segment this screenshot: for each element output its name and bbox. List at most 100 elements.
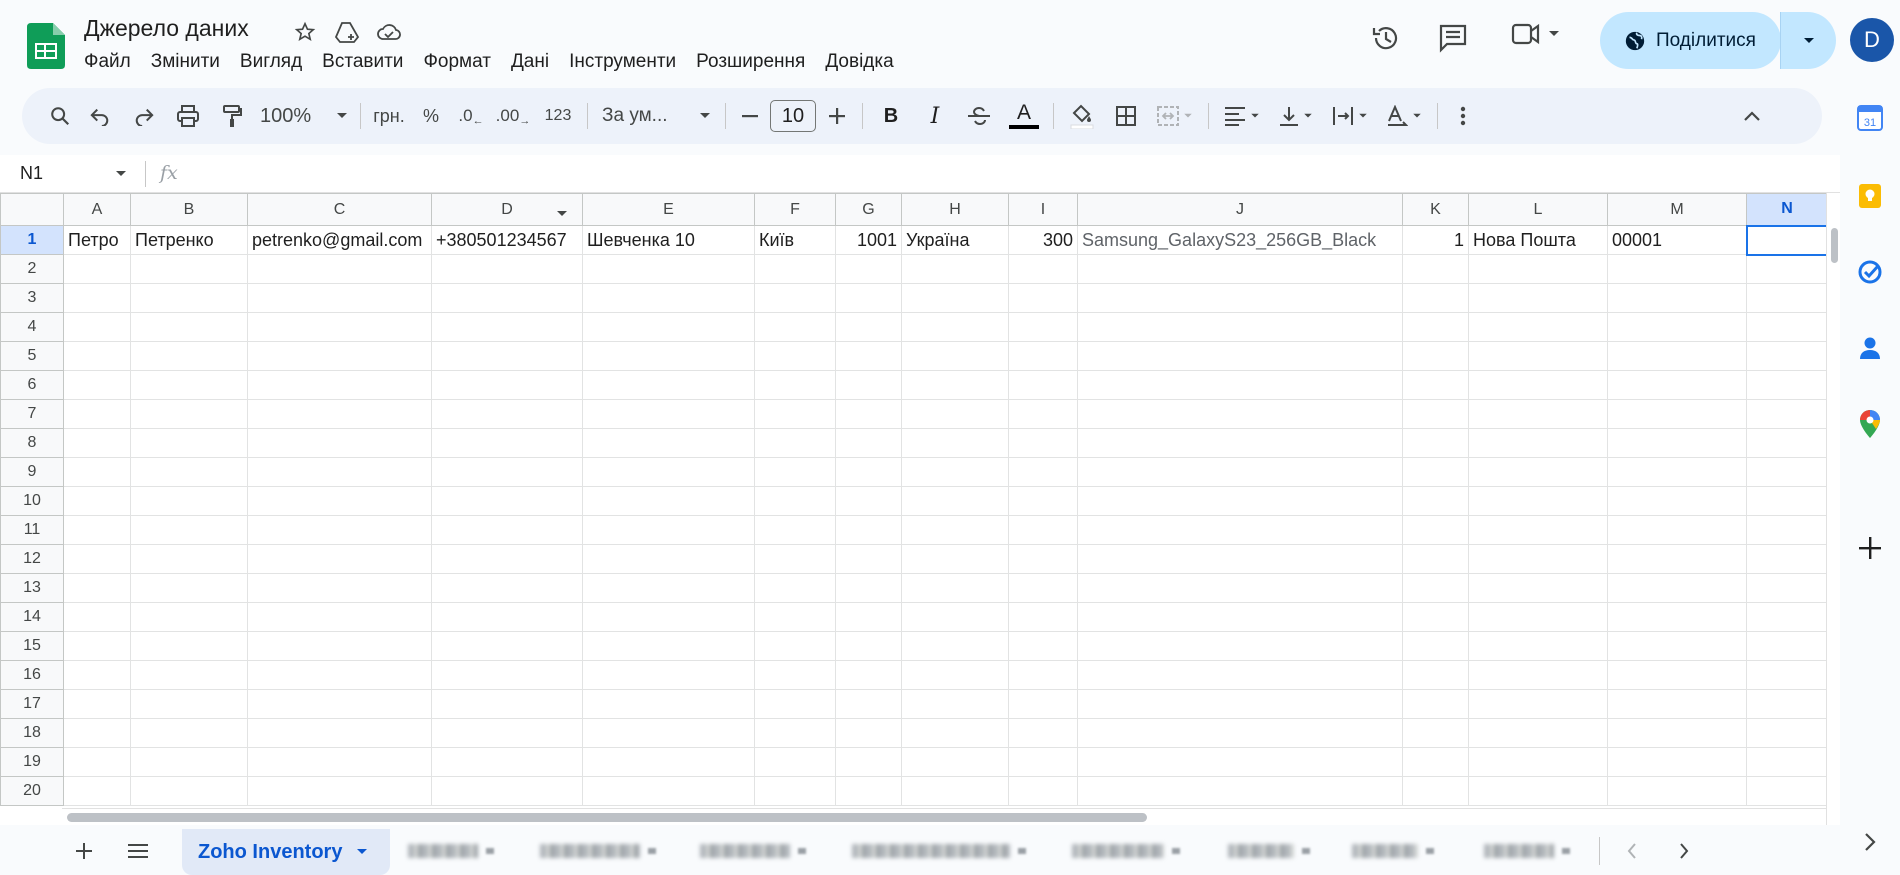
cell[interactable]	[1746, 254, 1828, 284]
cell[interactable]	[1008, 573, 1078, 603]
cell[interactable]	[1402, 486, 1469, 516]
cell[interactable]	[1746, 747, 1828, 777]
font-family-select[interactable]: За ум...	[594, 96, 719, 136]
fill-color-icon[interactable]	[1060, 96, 1104, 136]
cell[interactable]	[582, 602, 755, 632]
cell[interactable]	[901, 370, 1009, 400]
cell[interactable]	[1607, 689, 1747, 719]
sheet-tab-redacted[interactable]	[540, 839, 656, 863]
cell[interactable]	[754, 399, 836, 429]
cell[interactable]	[247, 457, 432, 487]
row-header[interactable]: 12	[0, 544, 64, 574]
cell[interactable]	[247, 312, 432, 342]
cell[interactable]	[1607, 660, 1747, 690]
cell[interactable]	[1008, 312, 1078, 342]
cell[interactable]: Київ	[754, 225, 836, 255]
cell[interactable]	[63, 573, 131, 603]
contacts-icon[interactable]	[1854, 332, 1886, 364]
cell[interactable]	[63, 544, 131, 574]
move-to-drive-icon[interactable]	[332, 17, 362, 47]
cell[interactable]: Петренко	[130, 225, 248, 255]
maps-icon[interactable]	[1854, 408, 1886, 440]
cell[interactable]	[431, 544, 583, 574]
sheets-logo-icon[interactable]	[27, 23, 65, 69]
cell[interactable]	[835, 573, 902, 603]
cell[interactable]	[130, 486, 248, 516]
cell[interactable]	[1607, 399, 1747, 429]
row-header[interactable]: 20	[0, 776, 64, 806]
cell[interactable]	[247, 370, 432, 400]
cell[interactable]	[754, 544, 836, 574]
all-sheets-menu-icon[interactable]	[120, 833, 156, 869]
cell[interactable]	[1468, 689, 1608, 719]
cell[interactable]	[247, 631, 432, 661]
horizontal-scroll-thumb[interactable]	[67, 813, 1147, 822]
cell[interactable]	[1008, 457, 1078, 487]
cell[interactable]	[1468, 254, 1608, 284]
row-header[interactable]: 17	[0, 689, 64, 719]
cell[interactable]	[1402, 718, 1469, 748]
cell[interactable]	[582, 254, 755, 284]
cell[interactable]	[130, 341, 248, 371]
cell[interactable]	[431, 428, 583, 458]
cell[interactable]	[1402, 573, 1469, 603]
share-options-button[interactable]	[1780, 12, 1836, 69]
cell[interactable]	[1402, 312, 1469, 342]
cell[interactable]	[247, 776, 432, 806]
star-icon[interactable]	[290, 17, 320, 47]
column-header[interactable]: J	[1077, 193, 1403, 226]
column-d-dropdown-icon[interactable]	[556, 205, 568, 223]
cell[interactable]	[1402, 254, 1469, 284]
cell[interactable]	[63, 283, 131, 313]
get-addons-icon[interactable]	[1854, 532, 1886, 564]
row-header[interactable]: 5	[0, 341, 64, 371]
cell[interactable]	[754, 254, 836, 284]
cell[interactable]	[431, 254, 583, 284]
cell[interactable]	[1468, 515, 1608, 545]
cell[interactable]	[835, 660, 902, 690]
cell[interactable]: 00001	[1607, 225, 1747, 255]
column-header[interactable]: H	[901, 193, 1009, 226]
cell[interactable]	[1468, 602, 1608, 632]
cell[interactable]	[130, 573, 248, 603]
more-formats-button[interactable]: 123	[535, 96, 581, 136]
cell[interactable]	[835, 428, 902, 458]
cell[interactable]	[1468, 341, 1608, 371]
menu-insert[interactable]: Вставити	[312, 50, 413, 74]
cell[interactable]	[901, 254, 1009, 284]
column-header[interactable]: G	[835, 193, 902, 226]
cell[interactable]	[1077, 602, 1403, 632]
cell[interactable]	[901, 515, 1009, 545]
cell[interactable]	[754, 631, 836, 661]
cell[interactable]	[835, 544, 902, 574]
cell[interactable]	[1008, 515, 1078, 545]
cell[interactable]	[1746, 283, 1828, 313]
cell[interactable]	[63, 312, 131, 342]
cell[interactable]	[1077, 254, 1403, 284]
vertical-scrollbar[interactable]	[1826, 193, 1840, 825]
sheet-tab-active[interactable]: Zoho Inventory	[182, 829, 390, 875]
cell[interactable]	[582, 747, 755, 777]
row-header[interactable]: 8	[0, 428, 64, 458]
cell[interactable]	[1746, 631, 1828, 661]
cell[interactable]	[835, 457, 902, 487]
cell[interactable]	[901, 312, 1009, 342]
column-header[interactable]: I	[1008, 193, 1078, 226]
cell[interactable]	[1746, 428, 1828, 458]
cell[interactable]	[754, 312, 836, 342]
cell[interactable]	[63, 399, 131, 429]
cell[interactable]	[835, 776, 902, 806]
cell[interactable]	[754, 602, 836, 632]
column-header[interactable]: L	[1468, 193, 1608, 226]
cell[interactable]	[835, 747, 902, 777]
cell[interactable]	[247, 428, 432, 458]
cell[interactable]	[1468, 283, 1608, 313]
cell[interactable]	[1746, 602, 1828, 632]
increase-decimal-button[interactable]: .00 →	[491, 96, 535, 136]
cell[interactable]	[901, 283, 1009, 313]
cell[interactable]	[1402, 689, 1469, 719]
cell[interactable]	[582, 341, 755, 371]
cell[interactable]	[1468, 718, 1608, 748]
cell[interactable]	[1077, 747, 1403, 777]
cell[interactable]	[901, 457, 1009, 487]
